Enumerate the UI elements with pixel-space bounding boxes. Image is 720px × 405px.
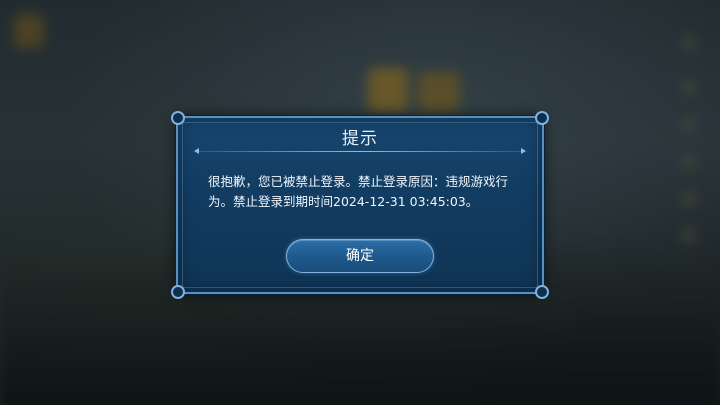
- dialog-corner-ornament: [171, 111, 185, 125]
- confirm-button[interactable]: 确定: [286, 239, 434, 273]
- dialog-corner-ornament: [535, 285, 549, 299]
- dialog-corner-ornament: [171, 285, 185, 299]
- dialog-title: 提示: [342, 129, 378, 149]
- dialog-message: 很抱歉，您已被禁止登录。禁止登录原因：违规游戏行为。禁止登录到期时间2024-1…: [208, 174, 509, 209]
- title-divider: [194, 148, 526, 154]
- dialog-corner-ornament: [535, 111, 549, 125]
- game-screen: 提示 很抱歉，您已被禁止登录。禁止登录原因：违规游戏行为。禁止登录到期时间202…: [0, 0, 720, 405]
- ban-notice-dialog: 提示 很抱歉，您已被禁止登录。禁止登录原因：违规游戏行为。禁止登录到期时间202…: [171, 111, 549, 299]
